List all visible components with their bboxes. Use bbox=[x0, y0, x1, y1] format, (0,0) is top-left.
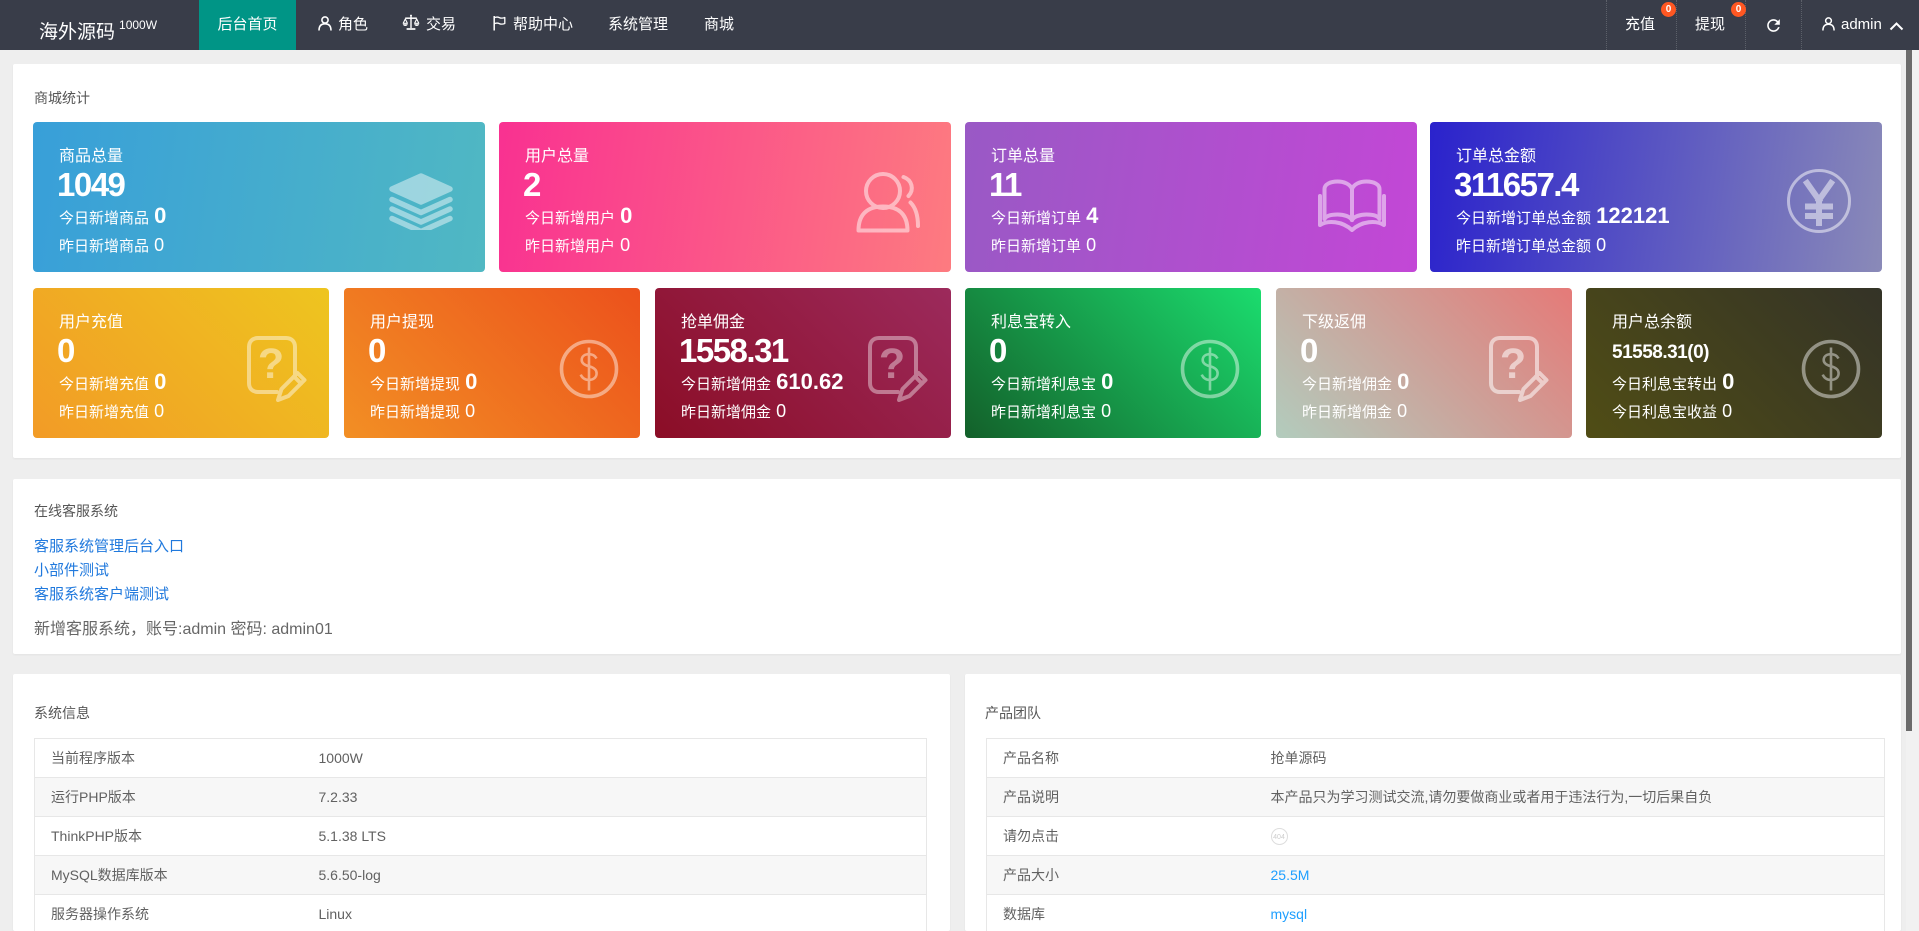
svg-text:?: ? bbox=[258, 340, 284, 388]
svg-text:?: ? bbox=[879, 340, 905, 388]
svg-text:?: ? bbox=[1500, 340, 1526, 388]
